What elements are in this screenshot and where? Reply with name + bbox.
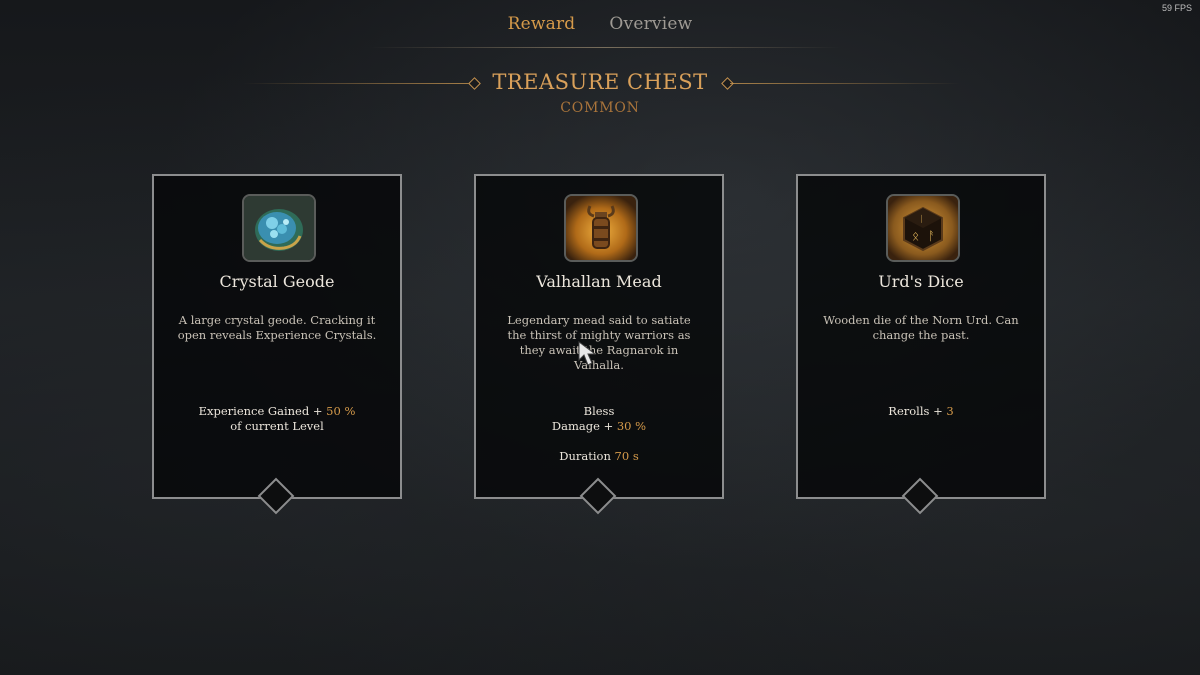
card-description: Legendary mead said to satiate the thirs…	[507, 313, 691, 372]
chest-rarity: COMMON	[560, 100, 640, 116]
card-bottom-ornament	[571, 477, 627, 515]
card-stats: Experience Gained + 50 % of current Leve…	[154, 404, 400, 434]
card-description: A large crystal geode. Cracking it open …	[177, 313, 377, 342]
stat-value: 30 %	[616, 419, 647, 433]
card-bottom-ornament	[893, 477, 949, 515]
svg-text:ᛁ: ᛁ	[919, 214, 924, 225]
reward-card-valhallan-mead[interactable]: Valhallan Mead Legendary mead said to sa…	[474, 174, 724, 515]
stat-label: Rerolls +	[888, 404, 947, 418]
tab-overview[interactable]: Overview	[609, 14, 692, 40]
reward-card-urds-dice[interactable]: ᛟ ᚨ ᛁ Urd's Dice Wooden die of the Norn …	[796, 174, 1046, 515]
card-name: Crystal Geode	[219, 272, 335, 291]
chest-header: TREASURE CHEST COMMON	[0, 70, 1200, 120]
stat-value: 50 %	[326, 404, 356, 418]
card-name: Valhallan Mead	[536, 272, 662, 291]
bottom-diamond	[257, 477, 295, 515]
card-stats: Rerolls + 3	[798, 404, 1044, 419]
stat-title: Bless	[583, 404, 615, 418]
reward-card-crystal-geode[interactable]: Crystal Geode A large crystal geode. Cra…	[152, 174, 402, 515]
tab-underline-divider	[370, 47, 840, 48]
stat-label: Experience Gained +	[198, 404, 327, 418]
chest-title: TREASURE CHEST	[492, 70, 708, 94]
stat-suffix: of current Level	[230, 419, 324, 433]
card-bottom-ornament	[249, 477, 305, 515]
rune-dice-icon: ᛟ ᚨ ᛁ	[886, 194, 960, 262]
stat-value: 70 s	[614, 449, 639, 463]
stat-value: 3	[946, 404, 954, 418]
fps-counter: 59 FPS	[1161, 3, 1192, 13]
title-ornament-right-line	[730, 83, 960, 84]
stat-label: Duration	[559, 449, 615, 463]
svg-text:ᛟ: ᛟ	[912, 229, 919, 243]
card-name: Urd's Dice	[878, 272, 964, 291]
bottom-diamond	[901, 477, 939, 515]
mead-lantern-icon	[564, 194, 638, 262]
stat-label: Damage +	[551, 419, 617, 433]
crystal-geode-icon	[242, 194, 316, 262]
card-description: Wooden die of the Norn Urd. Can change t…	[823, 313, 1019, 342]
card-stats: Bless Damage + 30 % Duration 70 s	[476, 404, 722, 464]
svg-text:ᚨ: ᚨ	[928, 229, 935, 243]
tab-reward[interactable]: Reward	[508, 14, 576, 40]
mouse-cursor-icon	[578, 341, 597, 366]
bottom-diamond	[579, 477, 617, 515]
tab-bar: Reward Overview	[0, 14, 1200, 40]
